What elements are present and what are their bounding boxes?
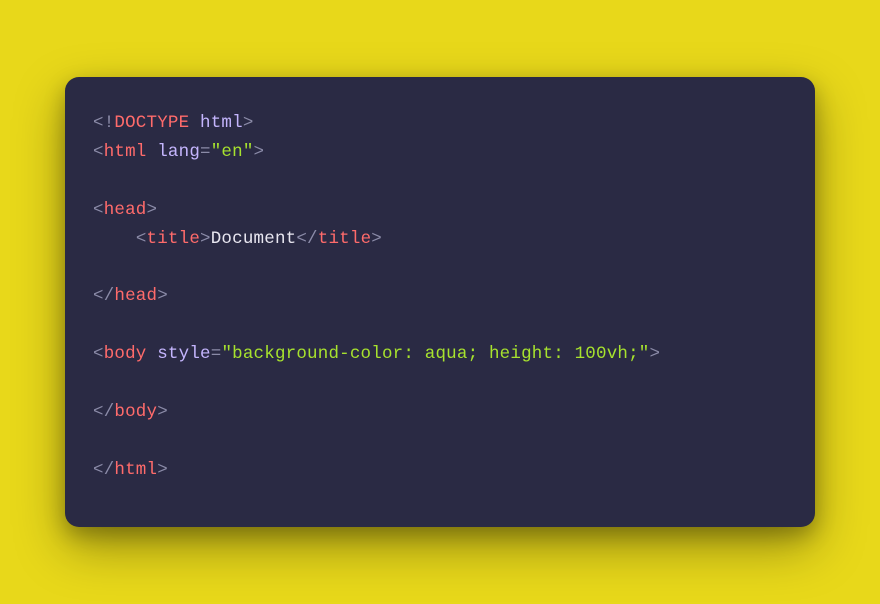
title-open-angle1: < — [136, 229, 147, 249]
html-open-line: <html lang="en"> — [93, 142, 264, 162]
html-attr-lang: lang — [157, 142, 200, 162]
title-close-angle1: > — [200, 229, 211, 249]
title-tag-open: title — [147, 229, 201, 249]
body-open-line: <body style="background-color: aqua; hei… — [93, 344, 660, 364]
html-eq: = — [200, 142, 211, 162]
doctype-value: html — [200, 113, 243, 133]
html-lang-value: "en" — [211, 142, 254, 162]
head-open-angle: < — [93, 200, 104, 220]
doctype-close: > — [243, 113, 254, 133]
code-snippet-panel: <!DOCTYPE html> <html lang="en"> <head> … — [65, 77, 815, 527]
html-space — [147, 142, 158, 162]
title-text: Document — [211, 229, 297, 249]
title-line: <title>Document</title> — [93, 229, 382, 249]
body-close-angle: </ — [93, 402, 114, 422]
body-close-close: > — [157, 402, 168, 422]
head-close-line: </head> — [93, 286, 168, 306]
body-close-line: </body> — [93, 402, 168, 422]
head-close-tag: head — [114, 286, 157, 306]
body-style-value: "background-color: aqua; height: 100vh;" — [221, 344, 649, 364]
html-tag: html — [104, 142, 147, 162]
code-block: <!DOCTYPE html> <html lang="en"> <head> … — [93, 109, 787, 484]
html-open-close: > — [254, 142, 265, 162]
html-close-angle: </ — [93, 460, 114, 480]
html-close-tag: html — [114, 460, 157, 480]
body-eq: = — [211, 344, 222, 364]
title-indent — [93, 229, 136, 249]
doctype-open: <! — [93, 113, 114, 133]
body-open-close: > — [650, 344, 661, 364]
html-close-line: </html> — [93, 460, 168, 480]
body-tag: body — [104, 344, 147, 364]
doctype-name: DOCTYPE — [114, 113, 189, 133]
title-close-angle2: > — [371, 229, 382, 249]
html-open-angle: < — [93, 142, 104, 162]
body-open-angle: < — [93, 344, 104, 364]
title-tag-close: title — [318, 229, 372, 249]
head-tag: head — [104, 200, 147, 220]
head-close-close: > — [157, 286, 168, 306]
body-space — [147, 344, 158, 364]
doctype-line: <!DOCTYPE html> — [93, 113, 254, 133]
body-attr-style: style — [157, 344, 211, 364]
head-open-line: <head> — [93, 200, 157, 220]
head-open-close: > — [147, 200, 158, 220]
doctype-space — [189, 113, 200, 133]
title-open-angle2: </ — [296, 229, 317, 249]
html-close-close: > — [157, 460, 168, 480]
body-close-tag: body — [114, 402, 157, 422]
head-close-angle: </ — [93, 286, 114, 306]
